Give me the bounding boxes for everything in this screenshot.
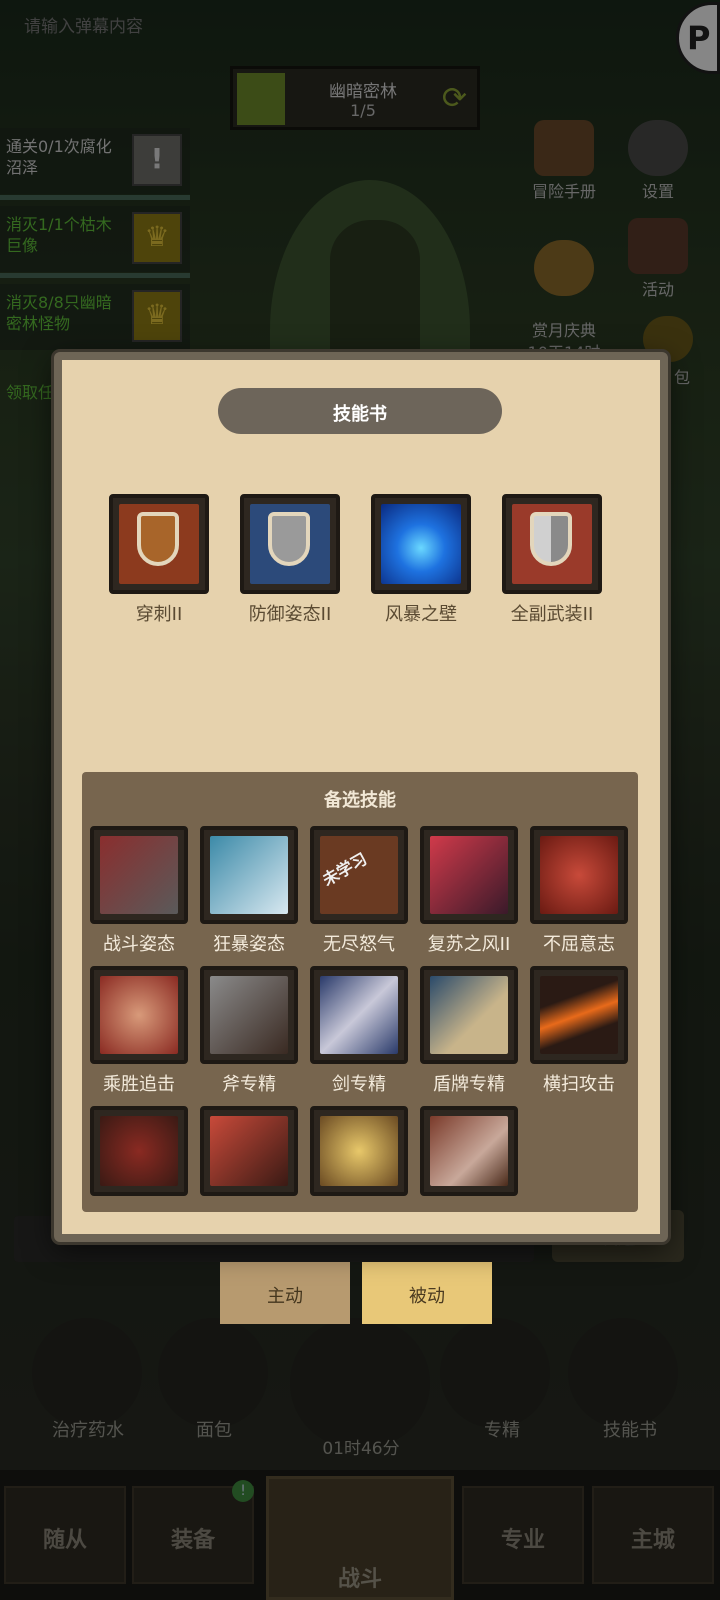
reserve-skill-slot[interactable] bbox=[90, 1106, 188, 1196]
equipped-skill-slot[interactable]: 风暴之壁 bbox=[371, 494, 491, 626]
reserve-skill-slot[interactable] bbox=[310, 1106, 408, 1196]
storm-wall-icon bbox=[371, 494, 471, 594]
unyielding-will-icon bbox=[530, 826, 628, 924]
skill-name: 全副武装II bbox=[510, 604, 594, 625]
defense-stance-icon bbox=[240, 494, 340, 594]
full-armor-icon bbox=[502, 494, 602, 594]
revival-wind-icon bbox=[420, 826, 518, 924]
berserk-stance-icon bbox=[200, 826, 298, 924]
sword-mastery-icon bbox=[310, 966, 408, 1064]
equipped-skill-slot[interactable]: 全副武装II bbox=[502, 494, 622, 626]
endless-rage-icon: 未学习 bbox=[310, 826, 408, 924]
skill-name: 防御姿态II bbox=[248, 604, 332, 625]
tab-active-skills[interactable]: 主动 bbox=[220, 1262, 350, 1324]
equipped-skill-slot[interactable]: 穿刺II bbox=[109, 494, 229, 626]
fist-icon bbox=[90, 966, 188, 1064]
equipped-skill-slot[interactable]: 防御姿态II bbox=[240, 494, 360, 626]
pierce-shield-icon bbox=[109, 494, 209, 594]
reserve-skill-slot[interactable] bbox=[200, 1106, 298, 1196]
slash-icon bbox=[420, 1106, 518, 1196]
reserve-skill-slot[interactable]: 不屈意志 bbox=[530, 826, 648, 956]
sweep-attack-icon bbox=[530, 966, 628, 1064]
shield-mastery-icon bbox=[420, 966, 518, 1064]
tab-passive-skills[interactable]: 被动 bbox=[362, 1262, 492, 1324]
skill-name: 风暴之壁 bbox=[385, 604, 457, 625]
dialog-title: 技能书 bbox=[218, 388, 502, 434]
skill-name: 不屈意志 bbox=[543, 934, 615, 955]
claw-strike-icon bbox=[200, 1106, 298, 1196]
reserve-skill-slot[interactable] bbox=[420, 1106, 518, 1196]
reserve-title: 备选技能 bbox=[324, 790, 396, 811]
reserve-skill-slot[interactable]: 横扫攻击 bbox=[530, 966, 648, 1096]
axe-mastery-icon bbox=[200, 966, 298, 1064]
brute-icon bbox=[90, 1106, 188, 1196]
golden-fist-icon bbox=[310, 1106, 408, 1196]
crossed-swords-icon bbox=[90, 826, 188, 924]
skill-name: 穿刺II bbox=[135, 604, 183, 625]
skill-name: 横扫攻击 bbox=[543, 1074, 615, 1095]
